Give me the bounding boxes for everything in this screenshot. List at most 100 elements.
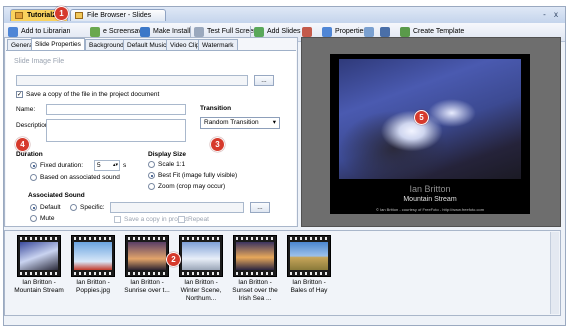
callout-badge: 4 (15, 137, 30, 152)
filmstrip-scrollbar[interactable] (550, 232, 559, 314)
film-frame (287, 235, 331, 277)
install-icon (140, 27, 150, 37)
slide-caption: Ian Britton - Mountain Stream (14, 279, 64, 294)
based-on-sound-radio[interactable] (30, 174, 37, 181)
document-tab-bar: Tutorial2* File Browser - Slides - x (4, 7, 565, 24)
callout-badge: 5 (414, 110, 429, 125)
film-frame (125, 235, 169, 277)
slide-thumbnail[interactable]: Ian Britton - Sunrise over t... (124, 235, 171, 295)
name-label: Name: (16, 106, 36, 113)
repeat-label: Repeat (188, 216, 209, 223)
film-frame (17, 235, 61, 277)
thumbnail-image (236, 242, 274, 270)
document-icon (15, 12, 23, 19)
paste-icon (380, 27, 390, 37)
duration-stepper[interactable]: 5 ▴▾ (94, 160, 120, 171)
slide-caption: Ian Britton - Poppies.jpg (76, 279, 110, 294)
best-fit-radio[interactable] (148, 172, 155, 179)
button-label: Properties (335, 28, 367, 35)
thumbnail-image (74, 242, 112, 270)
copy-icon (364, 27, 374, 37)
name-input[interactable] (46, 104, 186, 115)
button-label: Add Slides (267, 28, 301, 35)
duration-unit: s (123, 162, 127, 169)
folder-icon (75, 12, 83, 19)
slide-caption: Ian Britton - Winter Scene, Northum... (180, 279, 222, 302)
description-input[interactable] (46, 119, 186, 142)
tab-file-browser[interactable]: File Browser - Slides (70, 9, 166, 21)
slide-caption: Ian Britton - Sunrise over t... (124, 279, 170, 294)
image-file-input[interactable] (16, 75, 248, 86)
tab-label: File Browser - Slides (87, 12, 152, 19)
chevron-down-icon: ▾ (272, 119, 276, 126)
fixed-duration-label: Fixed duration: (40, 162, 83, 169)
zoom-label: Zoom (crop may occur) (158, 183, 226, 190)
thumbnail-image (128, 242, 166, 270)
slide-caption: Ian Britton - Bales of Hay (290, 279, 328, 294)
callout-badge: 3 (210, 137, 225, 152)
tab-slide-properties[interactable]: Slide Properties (31, 38, 85, 50)
sound-specific-label: Specific: (80, 204, 105, 211)
sound-default-radio[interactable] (30, 204, 37, 211)
button-label: Add to Librarian (21, 28, 71, 35)
sound-mute-label: Mute (40, 215, 55, 222)
slide-image-file-label: Slide Image File (14, 58, 65, 65)
transition-select[interactable]: Random Transition ▾ (200, 117, 280, 129)
thumbnail-image (290, 242, 328, 270)
film-frame (179, 235, 223, 277)
screensaver-icon (90, 27, 100, 37)
film-frame (71, 235, 115, 277)
preview-caption-credit: © Ian Britton - courtesy of FreeFoto - h… (375, 207, 485, 212)
callout-badge: 2 (166, 252, 181, 267)
add-slides-icon (254, 27, 264, 37)
zoom-radio[interactable] (148, 183, 155, 190)
fullscreen-icon (194, 27, 204, 37)
callout-badge: 1 (54, 6, 69, 21)
remove-icon (302, 27, 312, 37)
best-fit-label: Best Fit (image fully visible) (158, 172, 238, 179)
thumbnail-image (182, 242, 220, 270)
based-on-sound-label: Based on associated sound (40, 174, 120, 181)
spinner-icon: ▴▾ (112, 162, 118, 168)
save-copy-project-checkbox[interactable] (114, 216, 121, 223)
sound-specific-radio[interactable] (70, 204, 77, 211)
display-size-label: Display Size (148, 151, 186, 158)
associated-sound-label: Associated Sound (28, 192, 85, 199)
properties-icon (322, 27, 332, 37)
tab-background[interactable]: Background (85, 39, 128, 50)
window-controls[interactable]: - x (543, 10, 561, 19)
fixed-duration-radio[interactable] (30, 162, 37, 169)
slide-thumbnail[interactable]: Ian Britton - Mountain Stream (14, 235, 64, 295)
duration-label: Duration (16, 151, 43, 158)
transition-label: Transition (200, 105, 232, 112)
button-label: Make Install (153, 28, 191, 35)
sound-default-label: Default (40, 204, 61, 211)
duration-value: 5 (97, 162, 101, 169)
preview-frame: Ian Britton Mountain Stream © Ian Britto… (330, 54, 530, 214)
slide-caption: Ian Britton - Sunset over the Irish Sea … (232, 279, 278, 302)
template-icon (400, 27, 410, 37)
sound-mute-radio[interactable] (30, 215, 37, 222)
slide-thumbnail[interactable]: Ian Britton - Sunset over the Irish Sea … (232, 235, 279, 303)
slide-thumbnail[interactable]: Ian Britton - Winter Scene, Northum... (179, 235, 225, 303)
sound-file-input[interactable] (110, 202, 244, 213)
tab-default-music[interactable]: Default Music (123, 39, 171, 50)
save-copy-label: Save a copy of the file in the project d… (26, 91, 160, 98)
transition-value: Random Transition (204, 119, 259, 126)
browse-sound-button[interactable]: ... (250, 202, 270, 213)
slide-thumbnail[interactable]: Ian Britton - Poppies.jpg (71, 235, 117, 295)
save-copy-checkbox[interactable]: ✓ (16, 91, 23, 98)
tab-watermark[interactable]: Watermark (198, 39, 238, 50)
repeat-checkbox[interactable] (178, 216, 185, 223)
preview-caption-title: Mountain Stream (403, 196, 457, 203)
preview-image (339, 59, 521, 179)
button-label: Create Template (413, 28, 465, 35)
film-frame (233, 235, 277, 277)
browse-image-button[interactable]: ... (254, 75, 274, 86)
slide-properties-panel: General Slide Properties Background Defa… (4, 37, 298, 227)
librarian-icon (8, 27, 18, 37)
slide-thumbnail[interactable]: Ian Britton - Bales of Hay (287, 235, 333, 295)
preview-caption-name: Ian Britton (409, 184, 451, 194)
scale-radio[interactable] (148, 161, 155, 168)
slide-preview: Ian Britton Mountain Stream © Ian Britto… (301, 37, 561, 227)
